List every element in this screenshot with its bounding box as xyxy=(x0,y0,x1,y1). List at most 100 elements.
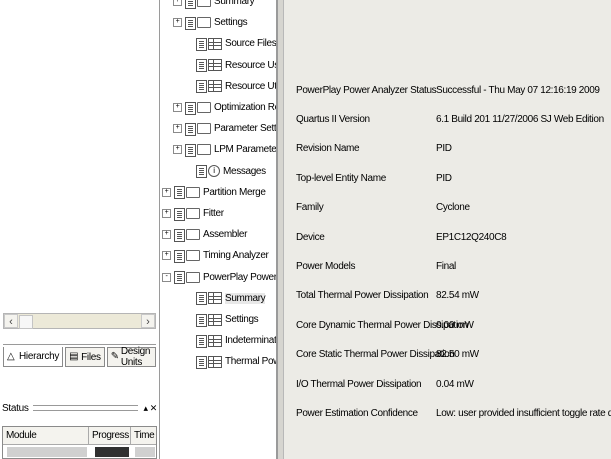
report-page-icon xyxy=(185,101,196,115)
column-header-module[interactable]: Module xyxy=(3,427,89,444)
report-page-icon xyxy=(196,355,207,369)
tree-item-label: Optimization Results xyxy=(214,102,276,113)
tree-item-label: Parameter Settings by xyxy=(214,123,277,135)
tree-item[interactable]: Thermal Power Dissipat xyxy=(184,351,276,372)
property-name: Top-level Entity Name xyxy=(296,172,386,184)
drag-grip[interactable] xyxy=(32,405,138,411)
report-page-icon xyxy=(174,186,185,200)
status-row-progress xyxy=(95,447,129,457)
report-folder-icon xyxy=(197,0,211,7)
table-row: PowerPlay Power Analyzer Status Successfu… xyxy=(296,80,600,100)
scroll-right-arrow-icon[interactable]: › xyxy=(141,314,155,328)
property-value: Low: user provided insufficient toggle r… xyxy=(436,407,611,419)
table-row: Power Estimation Confidence Low: user pro… xyxy=(296,403,611,423)
tree-item[interactable]: + LPM Parameter Setting xyxy=(173,139,276,160)
report-table-icon xyxy=(208,355,222,368)
report-page-icon xyxy=(185,0,196,9)
column-header-time[interactable]: Time xyxy=(131,427,156,444)
report-folder-icon xyxy=(197,144,211,156)
table-row: Top-level Entity Name PID xyxy=(296,168,452,188)
table-row: I/O Thermal Power Dissipation 0.04 mW xyxy=(296,374,474,394)
tree-item[interactable]: + Partition Merge xyxy=(162,182,266,203)
tab-design-units[interactable]: ✎ Design Units xyxy=(106,346,157,368)
dock-arrow-icon[interactable]: ▴ xyxy=(144,403,149,414)
collapse-icon[interactable]: - xyxy=(162,272,171,282)
property-value: EP1C12Q240C8 xyxy=(436,231,507,243)
report-page-icon xyxy=(196,165,207,179)
status-row-module xyxy=(7,447,87,457)
tree-item[interactable]: + Timing Analyzer xyxy=(162,245,269,266)
splitter[interactable] xyxy=(278,0,284,459)
expand-icon[interactable]: + xyxy=(162,187,171,197)
tab-label: Files xyxy=(81,351,101,363)
tab-hierarchy[interactable]: △ Hierarchy xyxy=(3,347,64,367)
table-row: Power Models Final xyxy=(296,256,456,276)
tree-item[interactable]: + Fitter xyxy=(162,203,224,224)
design-units-icon: ✎ xyxy=(110,351,119,362)
report-table-icon xyxy=(208,292,222,305)
property-value: 0.00 mW xyxy=(436,319,474,331)
property-name: Family xyxy=(296,202,324,214)
navigator-horizontal-scrollbar[interactable]: ‹ › xyxy=(3,313,156,329)
tree-item[interactable]: i Messages xyxy=(184,161,266,182)
property-name: I/O Thermal Power Dissipation xyxy=(296,378,422,390)
report-page-icon xyxy=(174,249,185,263)
report-table-icon xyxy=(208,313,222,326)
property-name: Core Static Thermal Power Dissipation xyxy=(296,349,455,361)
expand-icon[interactable]: + xyxy=(173,18,182,28)
report-folder-icon xyxy=(186,271,200,283)
tree-item[interactable]: - PowerPlay Power Analyzer xyxy=(162,267,276,288)
tree-item-label: Resource Utilization by xyxy=(225,80,277,92)
tree-item[interactable]: + Summary xyxy=(173,0,255,12)
scroll-thumb[interactable] xyxy=(19,315,33,329)
tree-item[interactable]: Settings xyxy=(184,309,259,330)
property-value: 82.50 mW xyxy=(436,349,479,361)
expand-icon[interactable]: + xyxy=(173,0,182,6)
report-page-icon xyxy=(185,122,196,136)
report-folder-icon xyxy=(186,250,200,262)
status-table-header: Module Progress % Time xyxy=(3,427,156,445)
tree-item[interactable]: + Optimization Results xyxy=(173,97,276,118)
tree-item[interactable]: + Settings xyxy=(173,12,248,33)
table-row[interactable] xyxy=(3,445,156,459)
tab-label: Hierarchy xyxy=(19,351,60,362)
status-window-title: Status xyxy=(2,402,29,414)
expand-icon[interactable]: + xyxy=(162,251,171,261)
scroll-left-arrow-icon[interactable]: ‹ xyxy=(4,314,18,328)
property-name: Revision Name xyxy=(296,143,360,155)
report-page-icon xyxy=(185,16,196,30)
tree-item[interactable]: Resource Usage Summ xyxy=(184,55,276,76)
tree-item-label: Assembler xyxy=(203,229,248,241)
tree-item[interactable]: Summary xyxy=(184,288,266,309)
expand-icon[interactable]: + xyxy=(173,124,182,134)
column-header-progress[interactable]: Progress % xyxy=(89,427,131,444)
tab-label: Design Units xyxy=(120,346,151,368)
tab-files[interactable]: ▤ Files xyxy=(65,347,105,367)
tree-item[interactable]: + Assembler xyxy=(162,224,247,245)
tree-item-label: Indeterminate Toggle R xyxy=(225,335,278,347)
expand-icon[interactable]: + xyxy=(162,230,171,240)
property-name: Total Thermal Power Dissipation xyxy=(296,290,429,302)
property-name: Power Models xyxy=(296,260,356,272)
expand-icon[interactable]: + xyxy=(173,103,182,112)
close-icon[interactable]: ✕ xyxy=(150,403,158,414)
table-row: Total Thermal Power Dissipation 82.54 mW xyxy=(296,286,479,306)
tree-item[interactable]: + Parameter Settings by xyxy=(173,118,277,139)
report-folder-icon xyxy=(186,208,200,219)
table-row: Core Static Thermal Power Dissipation 82.… xyxy=(296,345,479,365)
tree-item[interactable]: Indeterminate Toggle R xyxy=(184,330,278,351)
project-navigator: ‹ › △ Hierarchy ▤ Files ✎ Design Units S… xyxy=(0,0,160,459)
property-value: Successful - Thu May 07 12:16:19 2009 xyxy=(436,84,600,96)
tree-item[interactable]: Resource Utilization by xyxy=(184,76,277,97)
report-folder-icon xyxy=(197,123,211,135)
report-page-icon xyxy=(196,313,207,327)
expand-icon[interactable]: + xyxy=(173,145,182,155)
navigator-tabs: △ Hierarchy ▤ Files ✎ Design Units xyxy=(3,344,157,370)
expand-icon[interactable]: + xyxy=(162,209,171,218)
property-value: 6.1 Build 201 11/27/2006 SJ Web Edition xyxy=(436,113,604,125)
table-row: Revision Name PID xyxy=(296,139,452,159)
report-table-icon xyxy=(208,334,222,347)
tree-item[interactable]: Source Files Read xyxy=(184,33,276,54)
report-page-icon xyxy=(196,80,207,94)
report-page-icon xyxy=(196,37,207,51)
